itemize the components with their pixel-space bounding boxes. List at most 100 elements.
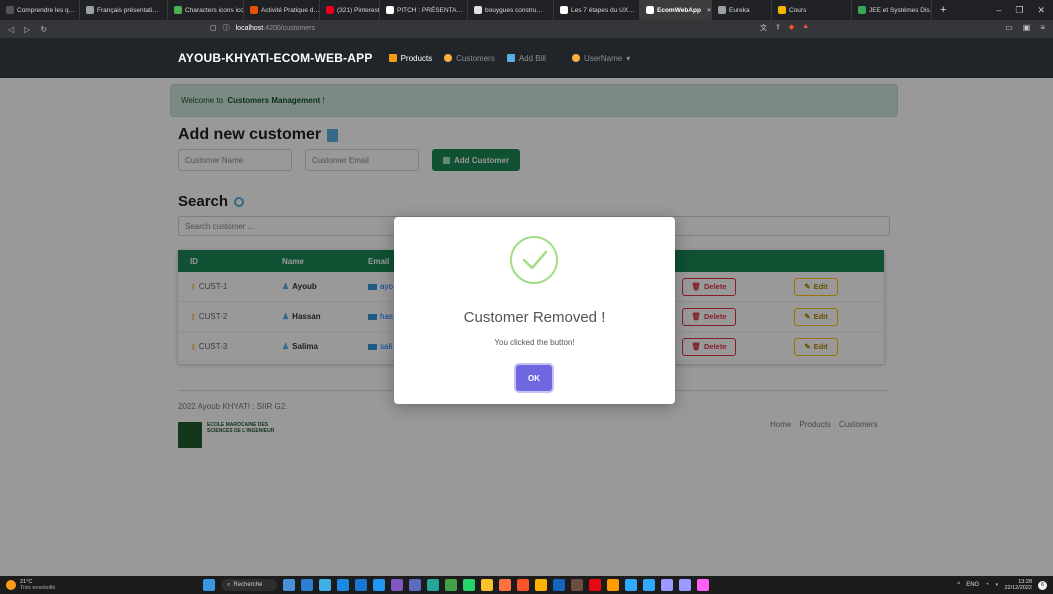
search-icon: ⌕ [227,581,231,588]
tab-favicon-icon [560,6,568,14]
bookmark-icon[interactable]: ▢ [210,24,217,32]
tab-favicon-icon [174,6,182,14]
browser-tab-bar: Comprendre les q… Français présentati… Cha… [0,0,1053,20]
nav-link-add-bill[interactable]: Add Bill [506,53,546,63]
chevron-up-icon[interactable]: ^ [957,582,960,588]
edge-icon[interactable] [427,579,439,591]
tab-favicon-icon [250,6,258,14]
sidebar-icon[interactable]: ▭ [1005,23,1013,32]
clock[interactable]: 13:28 22/12/2022 [1004,579,1032,591]
success-dialog: Customer Removed ! You clicked the butto… [394,217,675,404]
taskbar-search-label: Recherche [233,582,263,588]
tab-favicon-icon [6,6,14,14]
success-check-icon [510,236,558,284]
browser-tab[interactable]: Cours [772,0,852,20]
wallet-icon[interactable]: ▣ [1023,23,1031,32]
bill-icon [506,54,515,62]
visual-studio-icon[interactable] [391,579,403,591]
close-window-icon[interactable]: ✕ [1037,5,1045,16]
reload-icon[interactable]: ↻ [40,25,47,34]
url-field[interactable]: ▢ ⓘ localhost:4200/customers [210,23,315,33]
notes-icon[interactable] [553,579,565,591]
mail-icon[interactable] [337,579,349,591]
weather-text: Très ensoleillé [20,585,56,591]
nav-link-products[interactable]: Products [388,53,433,63]
user-icon [571,54,580,62]
widgets-icon[interactable] [355,579,367,591]
nav-link-label: Add Bill [518,53,546,63]
photoshop-icon[interactable] [625,579,637,591]
vscode-icon[interactable] [373,579,385,591]
chrome-canary-icon[interactable] [481,579,493,591]
file-explorer-icon[interactable] [283,579,295,591]
teams-icon[interactable] [409,579,421,591]
browser-tab[interactable]: JEE et Systèmes Dis… [852,0,932,20]
minimize-icon[interactable]: – [996,5,1001,16]
lang-indicator[interactable]: ENG [966,582,979,588]
brave-rewards-icon[interactable]: ▲ [802,23,809,33]
browser-tab[interactable]: Français présentati… [80,0,168,20]
wifi-icon[interactable]: ◔ [985,582,989,588]
tab-favicon-icon [858,6,866,14]
whatsapp-icon[interactable] [463,579,475,591]
tab-label: Activité Pratique d… [261,6,320,14]
tab-label: PITCH : PRÉSENTA… [397,6,463,14]
weather-widget[interactable]: 21°C Très ensoleillé [0,579,55,591]
browser-tab[interactable]: Characters icons ico… [168,0,244,20]
ok-button[interactable]: OK [516,365,552,391]
tab-label: JEE et Systèmes Dis… [869,6,932,14]
address-bar-actions: 文 ⇪ ◆ ▲ [760,23,809,33]
browser-tab[interactable]: Activité Pratique d… [244,0,320,20]
illustrator-icon[interactable] [607,579,619,591]
premiere-icon[interactable] [661,579,673,591]
browser-tab[interactable]: EcomWebApp × [640,0,712,20]
browser-tab[interactable]: bouygues constru… [468,0,554,20]
netflix-icon[interactable] [589,579,601,591]
xd-icon[interactable] [697,579,709,591]
chrome-icon[interactable] [445,579,457,591]
site-info-icon[interactable]: ⓘ [223,23,230,33]
url-host: localhost [235,24,264,32]
windows-taskbar: 21°C Très ensoleillé ⌕ Recherche ^ ENG ◔ ◖… [0,576,1053,594]
minecraft-icon[interactable] [571,579,583,591]
tab-label: EcomWebApp [657,6,701,14]
firefox-icon[interactable] [499,579,511,591]
folder-icon[interactable] [535,579,547,591]
taskbar-apps: ⌕ Recherche [203,579,709,591]
lightroom-icon[interactable] [643,579,655,591]
app-brand[interactable]: AYOUB-KHYATI-ECOM-WEB-APP [178,51,373,65]
tab-label: Français présentati… [97,6,159,14]
tab-favicon-icon [646,6,654,14]
windows-start-icon[interactable] [203,579,215,591]
url-path: :4200/customers [263,24,316,32]
browser-tab[interactable]: Les 7 étapes du UX… [554,0,640,20]
taskbar-search[interactable]: ⌕ Recherche [221,579,277,591]
notification-badge[interactable]: 6 [1038,580,1047,590]
brave-icon[interactable] [517,579,529,591]
browser-tab[interactable]: PITCH : PRÉSENTA… [380,0,468,20]
tab-label: Cours [789,6,807,14]
new-tab-icon[interactable]: + [932,4,954,16]
after-effects-icon[interactable] [679,579,691,591]
share-icon[interactable]: ⇪ [775,23,781,33]
nav-link-label: Customers [456,53,495,63]
close-tab-icon[interactable]: × [707,7,711,14]
user-dropdown[interactable]: UserName ▾ [571,54,630,63]
menu-icon[interactable]: ≡ [1040,23,1045,32]
back-icon[interactable]: ◁ [8,25,14,34]
translate-icon[interactable]: 文 [760,23,767,33]
volume-icon[interactable]: ◖ [995,582,999,588]
brave-shield-icon[interactable]: ◆ [789,23,794,33]
tab-favicon-icon [718,6,726,14]
browser-tab[interactable]: Comprendre les q… [0,0,80,20]
nav-link-label: Products [400,53,433,63]
restore-icon[interactable]: ❐ [1015,5,1023,16]
browser-tab[interactable]: Eureka [712,0,772,20]
products-icon [388,54,397,62]
window-controls: – ❐ ✕ [996,5,1053,16]
nav-link-customers[interactable]: Customers [444,54,495,63]
forward-icon[interactable]: ▷ [24,25,30,34]
browser-tab[interactable]: (321) Pinterest [320,0,380,20]
store-icon[interactable] [301,579,313,591]
photos-icon[interactable] [319,579,331,591]
